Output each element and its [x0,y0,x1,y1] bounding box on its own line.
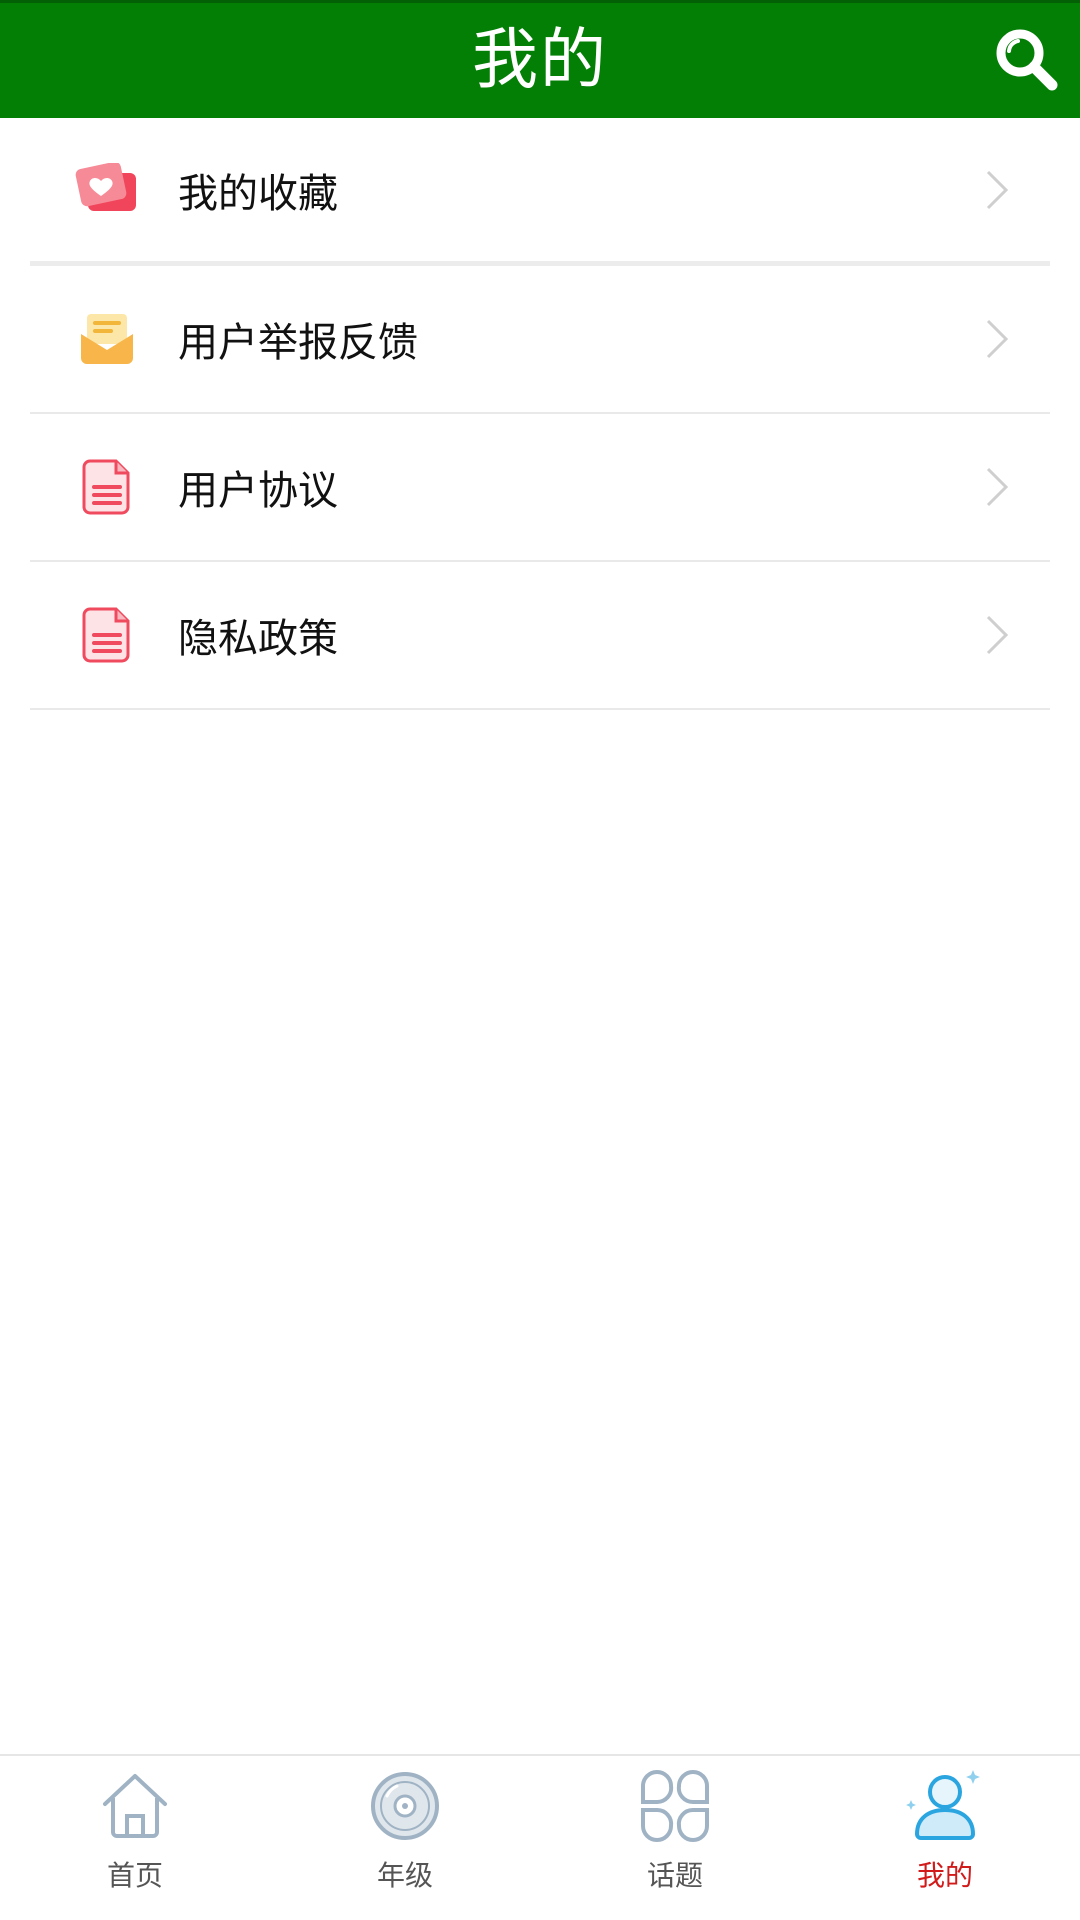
menu-item-label: 我的收藏 [178,170,338,217]
tab-mine[interactable]: 我的 [810,1756,1080,1920]
menu-item-privacy-policy[interactable]: 隐私政策 [30,562,1050,710]
chevron-right-icon [986,170,1009,209]
menu-item-favorites[interactable]: 我的收藏 [30,118,1050,266]
menu-item-label: 用户协议 [178,468,338,514]
menu-list: 我的收藏 用户举报反馈 用户协议 隐私政策 [0,118,1080,710]
disc-icon [371,1772,439,1840]
document-icon [72,600,142,670]
menu-item-label: 用户举报反馈 [178,320,418,366]
search-icon [996,29,1058,91]
chevron-right-icon [986,319,1009,359]
chevron-right-icon [986,467,1009,507]
tab-label: 首页 [106,1859,163,1892]
bottom-tab-bar: 首页 年级 话题 我的 [0,1754,1080,1920]
user-icon [906,1770,980,1840]
menu-item-label: 隐私政策 [178,616,338,662]
tab-label: 我的 [916,1859,973,1892]
tab-grade[interactable]: 年级 [270,1756,540,1920]
tab-label: 年级 [376,1859,433,1892]
app-header: 我的 [0,0,1080,118]
chevron-right-icon [986,615,1009,655]
tab-home[interactable]: 首页 [0,1756,270,1920]
tab-label: 话题 [646,1859,703,1892]
menu-item-report-feedback[interactable]: 用户举报反馈 [30,266,1050,414]
home-icon [103,1774,167,1838]
menu-item-user-agreement[interactable]: 用户协议 [30,414,1050,562]
page-title: 我的 [472,21,608,98]
document-icon [72,452,142,522]
tab-topics[interactable]: 话题 [540,1756,810,1920]
favorites-icon [72,155,142,225]
mail-icon [72,304,142,374]
grid-icon [641,1770,709,1842]
search-button[interactable] [988,21,1064,97]
